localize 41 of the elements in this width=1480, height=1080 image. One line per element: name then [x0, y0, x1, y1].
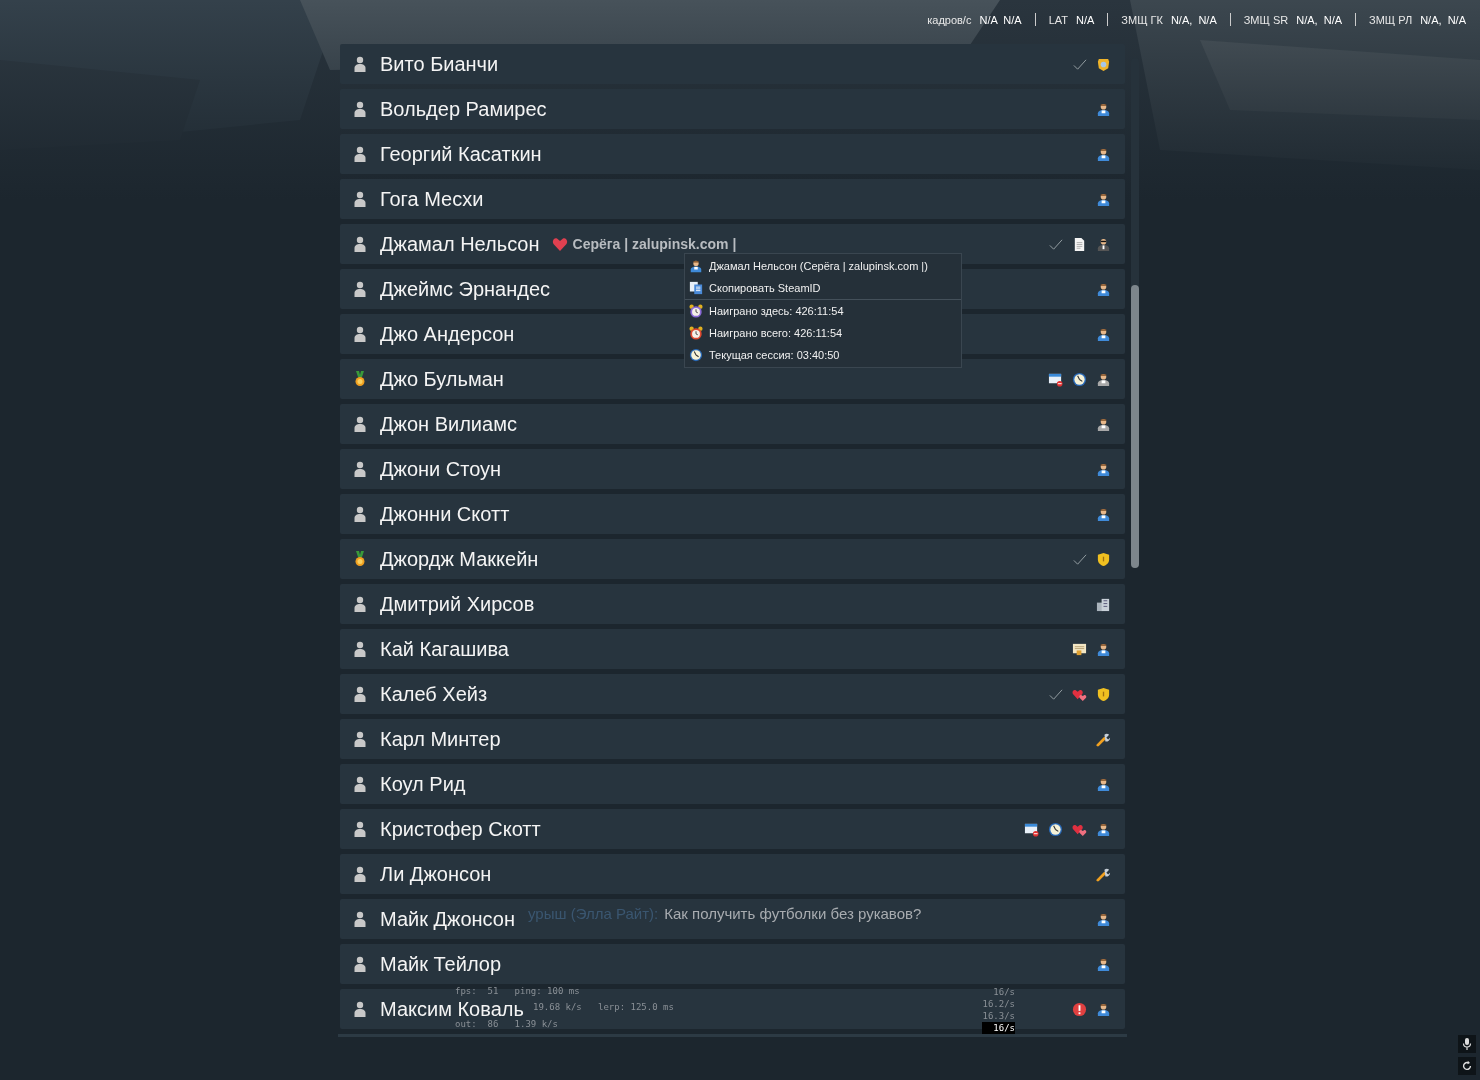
player-name: Георгий Касаткин — [380, 144, 542, 164]
stat-value: N/A — [1076, 13, 1095, 26]
stat-value: N/A, N/A — [1296, 13, 1343, 26]
netgraph-text: fps: 51 ping: 100 ms — [455, 986, 580, 996]
player-name: Кай Кагашива — [380, 639, 509, 659]
netgraph-rate: 16/s — [982, 1022, 1015, 1034]
player-name: Майк Джонсон — [380, 909, 515, 929]
player-name: Калеб Хейз — [380, 684, 488, 704]
player-name: Максим Коваль — [380, 999, 524, 1019]
player-name: Джо Андерсон — [380, 324, 515, 344]
player-name: Джон Вилиамс — [380, 414, 517, 434]
player-name: Вито Бианчи — [380, 54, 499, 74]
player-name: Коул Рид — [380, 774, 466, 794]
netgraph-rate: 16/s — [992, 986, 1015, 998]
player-tag: Серёга | zalupinsk.com | — [572, 237, 737, 251]
player-name: Джеймс Эрнандес — [380, 279, 551, 299]
player-name: Вольдер Рамирес — [380, 99, 547, 119]
stat-label: ЗМЩ SR — [1243, 13, 1289, 26]
stat-label: LAT — [1048, 13, 1068, 26]
player-name: Дмитрий Хирсов — [380, 594, 535, 614]
player-name: Гога Месхи — [380, 189, 484, 209]
netgraph-text: 19.68 k/s lerp: 125.0 ms — [533, 1002, 674, 1012]
stat-value: N/A, N/A — [1170, 13, 1217, 26]
player-name: Джони Стоун — [380, 459, 502, 479]
stat-label: ЗМЩ ГК — [1121, 13, 1163, 26]
player-name: Джордж Маккейн — [380, 549, 539, 569]
player-name: Джо Бульман — [380, 369, 504, 389]
player-name: Майк Тейлор — [380, 954, 501, 974]
stat-value: N/A, N/A — [1420, 13, 1466, 26]
netgraph-text: out: 86 1.39 k/s — [455, 1019, 558, 1029]
netgraph-rate: 16.3/s — [982, 1010, 1015, 1022]
stat-label: кадров/с — [927, 13, 972, 26]
chat-message: Как получить футболки без рукавов? — [664, 905, 922, 922]
netgraph-rate: 16.2/s — [982, 998, 1015, 1010]
player-name: Кристофер Скотт — [380, 819, 541, 839]
player-name: Карл Минтер — [380, 729, 501, 749]
stat-label: ЗМЩ РЛ — [1369, 13, 1413, 26]
player-name: Ли Джонсон — [380, 864, 492, 884]
stat-value: N/A N/A — [979, 13, 1022, 26]
player-name: Джамал Нельсон — [380, 234, 540, 254]
player-name: Джонни Скотт — [380, 504, 510, 524]
